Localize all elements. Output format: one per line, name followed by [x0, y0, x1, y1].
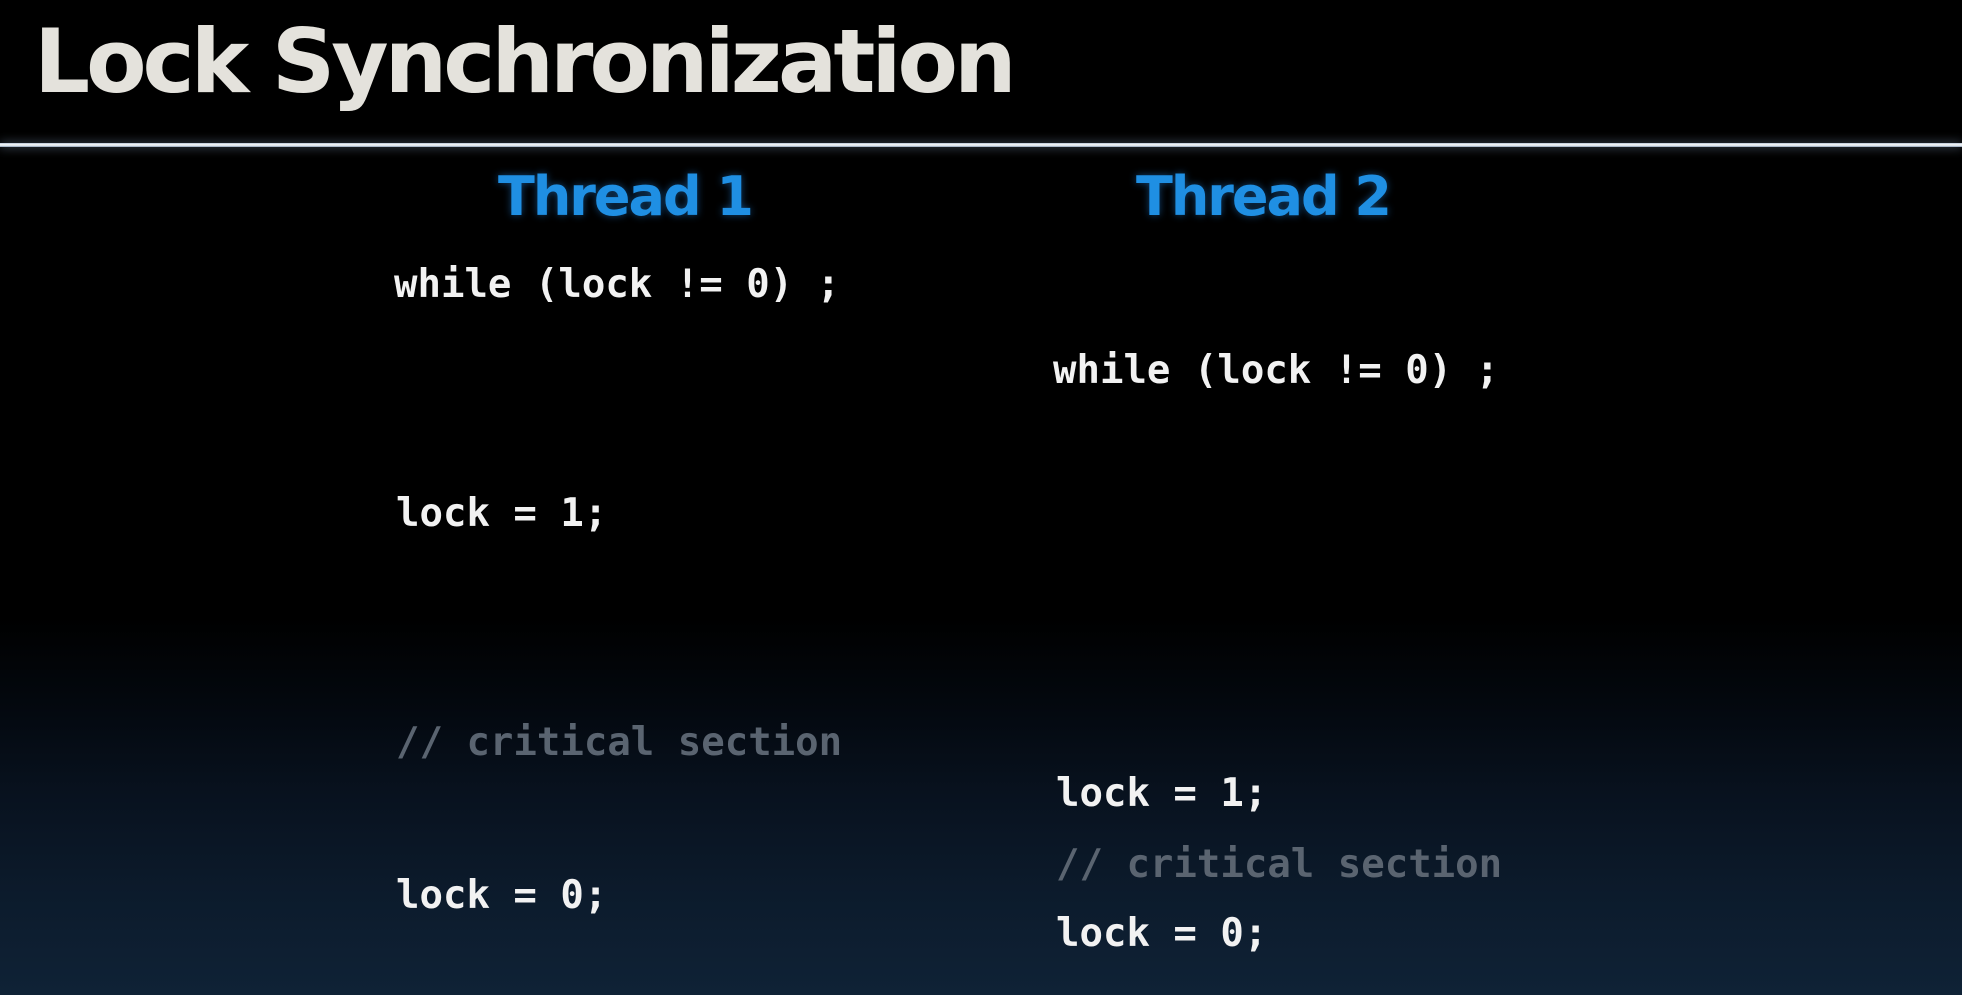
slide-title: Lock Synchronization [34, 10, 1017, 113]
thread-2-acquire-line: lock = 1; [1056, 771, 1268, 816]
thread-2-heading: Thread 2 [1136, 165, 1392, 228]
thread-1-heading: Thread 1 [498, 165, 754, 228]
thread-2-critical-comment: // critical section [1056, 842, 1503, 887]
thread-1-acquire-line: lock = 1; [396, 491, 608, 536]
thread-1-spin-line: while (lock != 0) ; [394, 262, 841, 307]
thread-1-release-line: lock = 0; [396, 873, 608, 918]
thread-2-spin-line: while (lock != 0) ; [1053, 348, 1500, 393]
thread-2-release-line: lock = 0; [1056, 911, 1268, 956]
thread-1-critical-comment: // critical section [396, 720, 843, 765]
title-divider [0, 143, 1962, 147]
